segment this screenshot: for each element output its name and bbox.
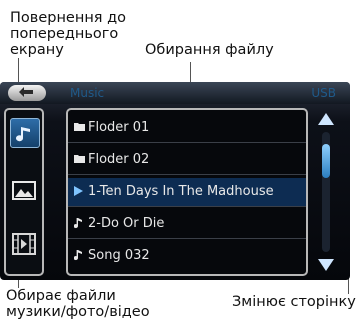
list-item-label: Floder 02 (88, 152, 150, 167)
callout-page-change: Змінює сторінку (232, 294, 356, 310)
callout-back: Повернення до попереднього екрану (10, 10, 127, 58)
photo-icon (12, 181, 36, 200)
photo-tab[interactable] (10, 176, 38, 204)
list-item-label: Song 032 (88, 248, 150, 263)
music-note-icon (74, 250, 82, 261)
music-tab[interactable] (10, 118, 40, 148)
page-down-arrow-icon[interactable] (317, 258, 335, 272)
list-item[interactable]: Song 032 (68, 242, 306, 270)
list-item-label: Floder 01 (88, 120, 150, 135)
play-icon (74, 186, 83, 196)
file-list: Floder 01 Floder 02 1-Ten Days In The Ma… (66, 108, 308, 276)
list-item-label: 2-Do Or Die (88, 216, 165, 231)
music-note-icon (74, 218, 82, 229)
back-button[interactable] (8, 85, 46, 101)
top-bar: Music USB (0, 82, 350, 104)
video-icon (12, 233, 36, 255)
list-item[interactable]: Floder 02 (68, 146, 306, 175)
media-type-selector (4, 108, 44, 276)
page-scroller (312, 108, 340, 276)
list-item-selected[interactable]: 1-Ten Days In The Madhouse (68, 178, 306, 207)
callout-file-select: Обирання файлу (145, 42, 274, 58)
folder-icon (74, 155, 85, 163)
video-tab[interactable] (10, 230, 38, 258)
leader-file-select-h (190, 62, 191, 63)
folder-icon (74, 123, 85, 131)
device-screen: Music USB Floder 01 Floder 02 1-Ten Days… (0, 82, 350, 280)
source-label: USB (311, 86, 336, 100)
callout-media-select: Обирає файли музики/фото/відео (6, 288, 150, 320)
list-item-label: 1-Ten Days In The Madhouse (88, 184, 274, 199)
list-item[interactable]: Floder 01 (68, 114, 306, 143)
back-arrow-icon (19, 87, 33, 97)
page-up-arrow-icon[interactable] (317, 112, 335, 126)
music-note-icon (16, 125, 30, 142)
scrollbar-thumb[interactable] (322, 144, 330, 178)
list-item[interactable]: 2-Do Or Die (68, 210, 306, 239)
screen-title: Music (70, 86, 105, 100)
